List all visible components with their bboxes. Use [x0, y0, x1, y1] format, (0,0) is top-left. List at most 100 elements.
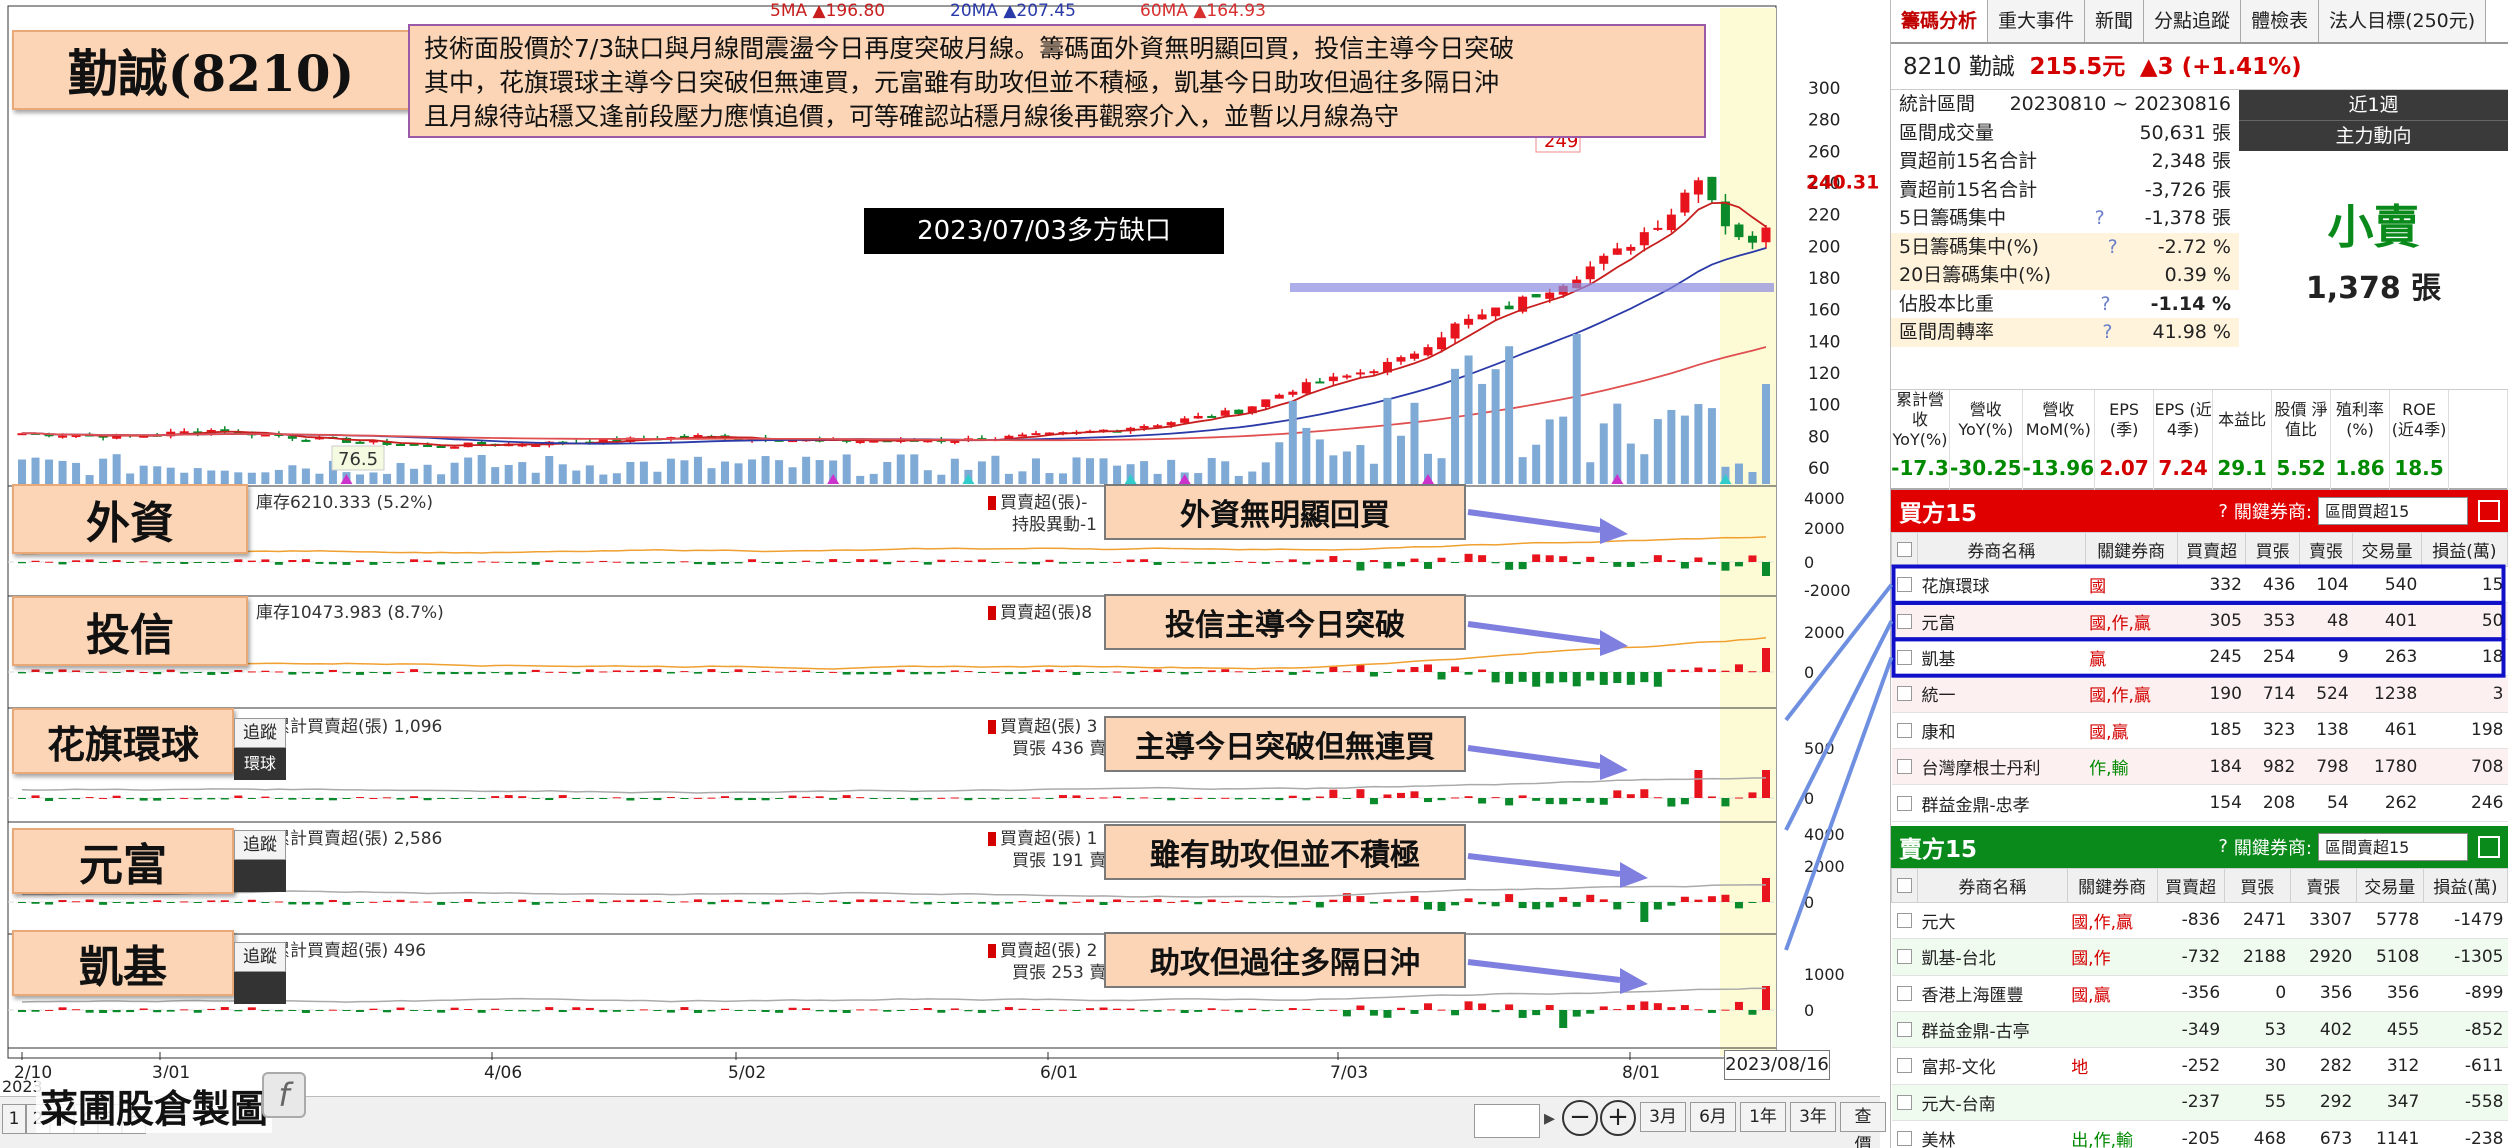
select-all-checkbox[interactable]	[1891, 532, 1918, 567]
table-row[interactable]: 統一 國,作,贏 190 714 524 1238 3	[1891, 675, 2508, 713]
broker-name[interactable]: 群益金鼎-忠孝	[1917, 784, 2086, 822]
table-row[interactable]: 富邦-文化地 -252 30 282 312 -611	[1891, 1047, 2508, 1085]
row-checkbox[interactable]	[1891, 566, 1918, 604]
broker-name[interactable]: 群益金鼎-古亭	[1917, 1011, 2068, 1049]
broker-name[interactable]: 美林	[1917, 1120, 2068, 1148]
help-icon[interactable]: ?	[2100, 293, 2110, 315]
broker-name[interactable]: 富邦-文化	[1917, 1047, 2068, 1085]
column-header[interactable]: 買賣超	[2176, 532, 2247, 567]
grid-icon[interactable]	[2478, 500, 2500, 522]
help-icon[interactable]: ?	[2102, 321, 2112, 343]
column-header[interactable]: 損益(萬)	[2420, 532, 2508, 567]
table-row[interactable]: 元大-台南 -237 55 292 347 -558	[1891, 1084, 2508, 1122]
row-checkbox[interactable]	[1891, 602, 1918, 640]
row-checkbox[interactable]	[1891, 1011, 1918, 1049]
broker-name[interactable]: 台灣摩根士丹利	[1917, 748, 2086, 786]
broker-name[interactable]: 康和	[1917, 712, 2086, 749]
column-header[interactable]: 關鍵券商	[2084, 532, 2178, 567]
range-button[interactable]: 6月	[1690, 1102, 1736, 1132]
sell-range-select[interactable]: 區間賣超15	[2318, 832, 2468, 861]
broker-name[interactable]: 凱基-台北	[1917, 938, 2068, 976]
table-row[interactable]: 群益金鼎-古亭 -349 53 402 455 -852	[1891, 1011, 2508, 1049]
select-all-checkbox[interactable]	[1891, 867, 1918, 903]
row-checkbox[interactable]	[1891, 975, 1918, 1012]
net-buy-bar	[1626, 562, 1635, 567]
net-buy-bar	[1613, 790, 1622, 798]
table-row[interactable]: 香港上海匯豐 國,贏 -356 0 356 356 -899	[1891, 975, 2508, 1012]
table-row[interactable]: 台灣摩根士丹利 作,輸 184 982 798 1780 708	[1891, 748, 2508, 786]
net-buy-bar	[721, 1008, 730, 1010]
column-header[interactable]: 券商名稱	[1917, 532, 2086, 567]
column-header[interactable]: 交易量	[2352, 532, 2422, 567]
date-input[interactable]	[1474, 1104, 1540, 1138]
tab-5[interactable]: 法人目標(250元)	[2319, 0, 2487, 42]
table-row[interactable]: 元大 國,作,贏 -836 2471 3307 5778 -1479	[1891, 902, 2508, 940]
buy-range-select[interactable]: 區間買超15	[2318, 497, 2468, 525]
table-row[interactable]: 凱基-台北 國,作 -732 2188 2920 5108 -1305	[1891, 938, 2508, 976]
row-checkbox[interactable]	[1891, 675, 1918, 713]
column-header[interactable]: 買張	[2245, 532, 2300, 567]
query-button[interactable]: 查價	[1840, 1102, 1886, 1148]
row-checkbox[interactable]	[1891, 639, 1918, 677]
help-icon[interactable]: ?	[2108, 236, 2118, 258]
table-row[interactable]: 群益金鼎-忠孝 154 208 54 262 246	[1891, 784, 2508, 822]
tab-3[interactable]: 分點追蹤	[2144, 0, 2242, 42]
tab-0[interactable]: 籌碼分析	[1891, 0, 1989, 42]
broker-name[interactable]: 元大	[1917, 902, 2068, 940]
column-header[interactable]: 買賣超	[2156, 867, 2225, 903]
range-button[interactable]: 3年	[1790, 1102, 1836, 1132]
candle-body	[1207, 415, 1217, 418]
broker-name[interactable]: 元富	[1917, 602, 2086, 640]
row-checkbox[interactable]	[1891, 1120, 1918, 1148]
broker-name[interactable]: 香港上海匯豐	[1917, 975, 2068, 1012]
column-header[interactable]: 買張	[2223, 867, 2291, 903]
row-checkbox[interactable]	[1891, 748, 1918, 786]
broker-name[interactable]: 花旗環球	[1917, 566, 2086, 604]
chart-area[interactable]: 5MA ▲196.80 20MA ▲207.45 60MA ▲164.93 300 28…	[0, 0, 1886, 1148]
table-row[interactable]: 花旗環球國 332 436 104 540 15	[1891, 566, 2508, 604]
play-arrow-icon[interactable]: ▸	[1544, 1106, 1555, 1131]
track-button-kgi[interactable]: 追蹤	[234, 942, 286, 972]
grid-icon[interactable]	[2478, 835, 2500, 858]
zoom-out-icon[interactable]: −	[1562, 1100, 1598, 1136]
row-checkbox[interactable]	[1891, 1084, 1918, 1122]
table-row[interactable]: 康和 國,贏 185 323 138 461 198	[1891, 712, 2508, 749]
table-row[interactable]: 凱基贏 245 254 9 263 18	[1891, 639, 2508, 677]
help-icon[interactable]: ?	[2218, 501, 2228, 522]
page-button[interactable]: 1	[2, 1104, 26, 1134]
volume-bar	[950, 458, 959, 484]
candle-body	[1274, 394, 1284, 399]
tab-2[interactable]: 新聞	[2085, 0, 2145, 42]
net-buy-bar	[572, 798, 581, 799]
broker-name[interactable]: 凱基	[1917, 639, 2086, 677]
table-row[interactable]: 美林 出,作,輸 -205 468 673 1141 -238	[1891, 1120, 2508, 1148]
column-header[interactable]: 損益(萬)	[2422, 867, 2508, 903]
column-header[interactable]: 關鍵券商	[2066, 867, 2158, 903]
range-button[interactable]: 3月	[1640, 1102, 1686, 1132]
row-checkbox[interactable]	[1891, 938, 1918, 976]
net-buy-bar	[410, 669, 419, 672]
help-icon[interactable]: ?	[2218, 836, 2228, 857]
tab-1[interactable]: 重大事件	[1988, 0, 2086, 42]
column-header[interactable]: 交易量	[2355, 867, 2424, 903]
row-checkbox[interactable]	[1891, 712, 1918, 749]
table-row[interactable]: 元富 國,作,贏 305 353 48 401 50	[1891, 602, 2508, 640]
range-button[interactable]: 1年	[1740, 1102, 1786, 1132]
row-checkbox[interactable]	[1891, 784, 1918, 822]
facebook-icon[interactable]: f	[262, 1072, 306, 1118]
track-button-yuanfu[interactable]: 追蹤	[234, 830, 286, 860]
table-header-row: 券商名稱 關鍵券商 買賣超 買張 賣張 交易量 損益(萬)	[1891, 532, 2508, 567]
row-checkbox[interactable]	[1891, 1047, 1918, 1085]
row-checkbox[interactable]	[1891, 902, 1918, 940]
volume-bar	[1261, 462, 1270, 484]
broker-name[interactable]: 元大-台南	[1917, 1084, 2068, 1122]
column-header[interactable]: 賣張	[2289, 867, 2357, 903]
help-icon[interactable]: ?	[2095, 207, 2105, 229]
column-header[interactable]: 賣張	[2298, 532, 2354, 567]
zoom-in-icon[interactable]: +	[1600, 1100, 1636, 1136]
column-header[interactable]: 券商名稱	[1917, 867, 2068, 903]
broker-name[interactable]: 統一	[1917, 675, 2086, 713]
tab-4[interactable]: 體檢表	[2241, 0, 2320, 42]
track-button-citi[interactable]: 追蹤	[234, 718, 286, 748]
net-buy-bar	[693, 672, 702, 674]
